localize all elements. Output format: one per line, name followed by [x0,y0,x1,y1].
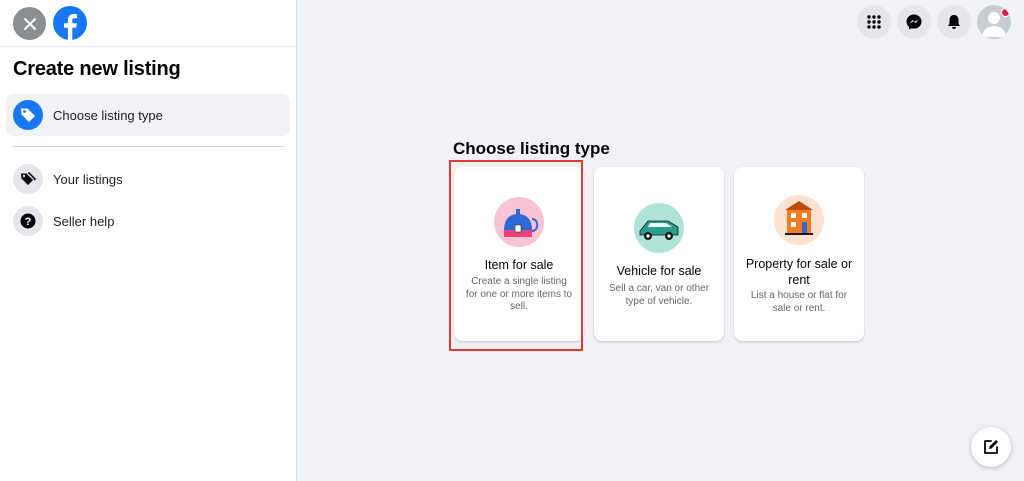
sidebar-item-choose-listing-type[interactable]: Choose listing type [6,94,290,136]
close-button[interactable] [13,7,46,40]
vehicle-for-sale-card[interactable]: Vehicle for sale Sell a car, van or othe… [594,167,724,341]
svg-text:?: ? [25,216,32,228]
top-nav-icons [857,5,1011,39]
page-title: Create new listing [13,58,181,80]
bell-icon [948,15,960,29]
sidebar-item-label: Choose listing type [53,107,163,123]
card-description: List a house or flat for sale or rent. [750,290,848,314]
sidebar-item-label: Seller help [53,213,115,229]
card-title: Property for sale or rent [745,257,853,287]
house-icon [774,195,824,245]
question-icon: ? [13,206,43,236]
divider [13,146,284,147]
messenger-button[interactable] [897,5,931,39]
sidebar-item-seller-help[interactable]: ? Seller help [13,206,114,236]
menu-grid-icon [867,15,881,29]
tags-icon [13,164,43,194]
avatar[interactable] [977,5,1011,39]
section-heading: Choose listing type [453,139,610,158]
notifications-button[interactable] [937,5,971,39]
tag-icon [13,100,43,130]
sidebar: Create new listing Choose listing type Y… [0,0,297,481]
selection-highlight [449,160,583,351]
compose-icon [984,440,998,454]
facebook-logo[interactable] [53,6,87,40]
close-icon [23,17,36,30]
sidebar-item-your-listings[interactable]: Your listings [13,164,123,194]
sidebar-header [0,0,296,47]
menu-button[interactable] [857,5,891,39]
sidebar-item-label: Your listings [53,171,123,187]
notification-dot [1001,8,1010,17]
property-for-sale-card[interactable]: Property for sale or rent List a house o… [734,167,864,341]
car-icon [634,203,684,253]
compose-button[interactable] [971,427,1011,467]
card-title: Vehicle for sale [616,264,702,278]
card-description: Sell a car, van or other type of vehicle… [608,283,710,307]
messenger-icon [906,14,922,30]
